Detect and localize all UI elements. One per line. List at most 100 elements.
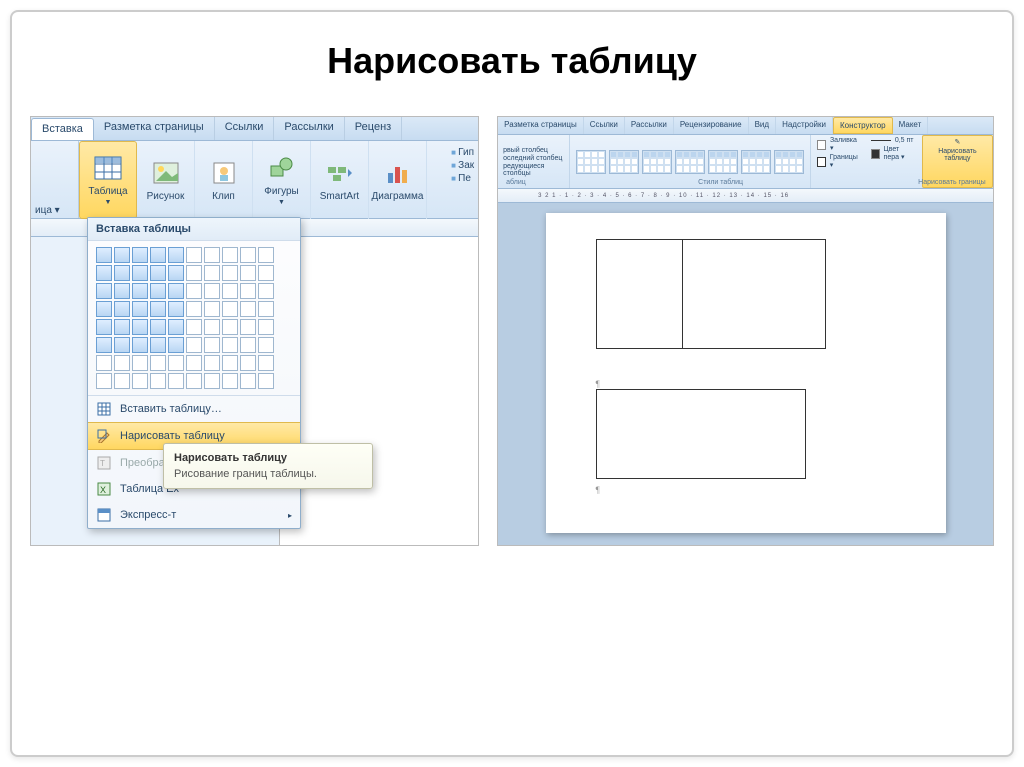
- bookmark-trunc[interactable]: Зак: [451, 160, 474, 171]
- document-area: [279, 237, 478, 545]
- style-thumb[interactable]: [675, 150, 705, 174]
- word-insert-panel: Вставка Разметка страницы Ссылки Рассылк…: [30, 116, 479, 546]
- picture-label: Рисунок: [147, 191, 185, 202]
- chart-icon: [383, 159, 413, 187]
- group-label-styles: Стили таблиц: [698, 179, 743, 186]
- drawn-table-2[interactable]: [596, 389, 806, 479]
- tab2-view[interactable]: Вид: [749, 117, 776, 134]
- pencil-icon: [96, 428, 112, 444]
- clip-icon: [209, 159, 239, 187]
- slide-title: Нарисовать таблицу: [12, 12, 1012, 94]
- page: ¶ ¶: [546, 213, 946, 533]
- insert-grid[interactable]: [88, 241, 300, 395]
- tab2-review[interactable]: Рецензирование: [674, 117, 749, 134]
- chart-button[interactable]: Диаграмма: [369, 141, 427, 219]
- tab2-pagelayout[interactable]: Разметка страницы: [498, 117, 584, 134]
- style-thumb[interactable]: [642, 150, 672, 174]
- shading-button[interactable]: Заливка ▾: [817, 137, 859, 152]
- drawn-table-1[interactable]: [596, 239, 826, 349]
- group-label-options: аблиц: [506, 179, 526, 186]
- convert-icon: T: [96, 455, 112, 471]
- quick-tables-label: Экспресс-т: [120, 509, 176, 521]
- fill-swatch-icon: [817, 140, 826, 150]
- shapes-icon: [267, 154, 297, 182]
- ruler-2: 3 2 1 · 1 · 2 · 3 · 4 · 5 · 6 · 7 · 8 · …: [498, 189, 993, 203]
- paragraph-mark: ¶: [596, 379, 896, 389]
- panels: Вставка Разметка страницы Ссылки Рассылк…: [12, 94, 1012, 568]
- excel-icon: X: [96, 481, 112, 497]
- shading-label: Заливка ▾: [830, 137, 859, 152]
- insert-table-label: Вставить таблицу…: [120, 403, 222, 415]
- hyperlink-trunc[interactable]: Гип: [451, 147, 474, 158]
- clip-label: Клип: [212, 191, 235, 202]
- picture-icon: [151, 159, 181, 187]
- draw-table-label: Нарисовать таблицу: [120, 430, 225, 442]
- pen-group: 0,5 пт Цвет пера ▾: [865, 135, 922, 188]
- tab2-addins[interactable]: Надстройки: [776, 117, 833, 134]
- document-area-2: ¶ ¶: [498, 203, 993, 545]
- tab-mailings[interactable]: Рассылки: [274, 117, 344, 140]
- shading-borders: Заливка ▾ Границы ▾: [811, 135, 865, 188]
- slide: Нарисовать таблицу Вставка Разметка стра…: [10, 10, 1014, 757]
- table-icon: [93, 154, 123, 182]
- table-label: Таблица: [88, 186, 127, 197]
- submenu-arrow-icon: ▸: [288, 511, 292, 520]
- tab2-layout[interactable]: Макет: [893, 117, 929, 134]
- tab2-references[interactable]: Ссылки: [584, 117, 625, 134]
- chevron-down-icon: ▼: [278, 199, 285, 206]
- tab-references[interactable]: Ссылки: [215, 117, 275, 140]
- ribbon-tabs: Вставка Разметка страницы Ссылки Рассылк…: [31, 117, 478, 141]
- svg-text:T: T: [100, 459, 105, 468]
- style-thumb[interactable]: [708, 150, 738, 174]
- pen-color-label: Цвет пера ▾: [884, 146, 916, 161]
- word-design-panel: Разметка страницы Ссылки Рассылки Реценз…: [497, 116, 994, 546]
- table-button[interactable]: Таблица ▼: [79, 141, 137, 219]
- table-small-icon: [96, 401, 112, 417]
- smartart-button[interactable]: SmartArt: [311, 141, 369, 219]
- tab-pagelayout[interactable]: Разметка страницы: [94, 117, 215, 140]
- opt-lastcol[interactable]: оследний столбец: [503, 155, 564, 162]
- clip-button[interactable]: Клип: [195, 141, 253, 219]
- tab2-design[interactable]: Конструктор: [833, 117, 893, 134]
- paragraph-mark: ¶: [596, 485, 896, 495]
- style-thumb[interactable]: [576, 150, 606, 174]
- svg-text:X: X: [100, 485, 106, 495]
- crossref-trunc[interactable]: Пе: [451, 173, 474, 184]
- ribbon-tabs-2: Разметка страницы Ссылки Рассылки Реценз…: [498, 117, 993, 135]
- smartart-label: SmartArt: [320, 191, 359, 202]
- pen-width-label: 0,5 пт: [895, 137, 914, 144]
- tab-insert[interactable]: Вставка: [31, 118, 94, 140]
- quick-tables-item[interactable]: Экспресс-т ▸: [88, 502, 300, 528]
- borders-button[interactable]: Границы ▾: [817, 154, 859, 169]
- tooltip-title: Нарисовать таблицу: [174, 452, 362, 464]
- pen-width[interactable]: 0,5 пт: [871, 137, 916, 144]
- opt-banded[interactable]: редующиеся столбцы: [503, 163, 564, 177]
- ribbon: ица ▾ Таблица ▼ Рисунок: [31, 141, 478, 219]
- chart-label: Диаграмма: [371, 191, 423, 202]
- style-thumb[interactable]: [609, 150, 639, 174]
- draw-table-ribbon-label: Нарисовать таблицу: [929, 148, 986, 162]
- pages-label: ица ▾: [35, 205, 74, 216]
- style-thumb[interactable]: [774, 150, 804, 174]
- ribbon-group-illustrations: Таблица ▼ Рисунок Клип: [79, 141, 427, 218]
- opt-firstcol[interactable]: рвый столбец: [503, 147, 564, 154]
- grid-cells[interactable]: [96, 247, 292, 389]
- chevron-down-icon: ▼: [105, 199, 112, 206]
- table-styles-gallery[interactable]: [570, 135, 811, 188]
- shapes-label: Фигуры: [264, 186, 298, 197]
- borders-label: Границы ▾: [830, 154, 859, 169]
- picture-button[interactable]: Рисунок: [137, 141, 195, 219]
- tab-review[interactable]: Реценз: [345, 117, 402, 140]
- group-label-draw: Нарисовать границы: [918, 179, 986, 186]
- truncated-buttons: Гип Зак Пе: [447, 141, 478, 190]
- penline-icon: [871, 140, 891, 141]
- ribbon-pages-group: ица ▾: [31, 141, 79, 218]
- dropdown-title: Вставка таблицы: [88, 218, 300, 241]
- shapes-button[interactable]: Фигуры ▼: [253, 141, 311, 219]
- style-thumb[interactable]: [741, 150, 771, 174]
- pencil-large-icon: ✎: [929, 138, 986, 146]
- insert-table-item[interactable]: Вставить таблицу…: [88, 396, 300, 422]
- tab2-mailings[interactable]: Рассылки: [625, 117, 674, 134]
- tooltip: Нарисовать таблицу Рисование границ табл…: [163, 443, 373, 489]
- pen-color[interactable]: Цвет пера ▾: [871, 146, 916, 161]
